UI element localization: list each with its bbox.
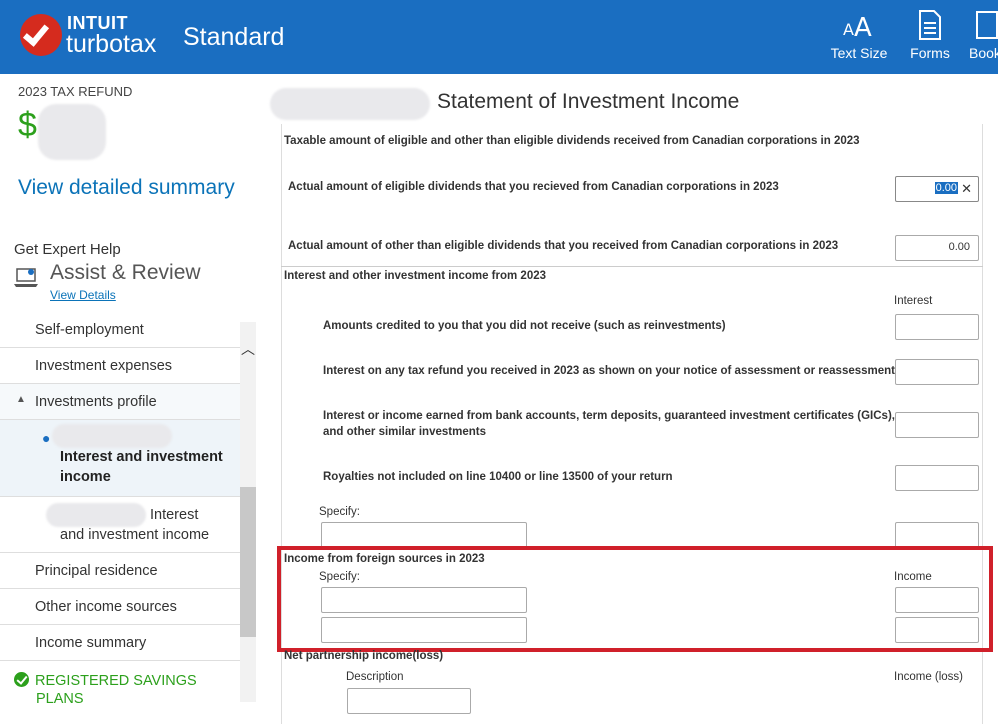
book-button[interactable]: Book xyxy=(969,8,998,61)
forms-button[interactable]: Forms xyxy=(906,8,954,61)
refund-currency: $ xyxy=(18,106,37,144)
eligible-dividends-label: Actual amount of eligible dividends that… xyxy=(288,181,779,193)
reinvestments-input[interactable] xyxy=(895,314,979,340)
forms-label: Forms xyxy=(910,45,950,61)
other-dividends-input[interactable]: 0.00 xyxy=(895,235,979,261)
bank-interest-label-2: and other similar investments xyxy=(323,426,486,438)
royalties-input[interactable] xyxy=(895,465,979,491)
partnership-description-input[interactable] xyxy=(347,688,471,714)
sidebar-scrollbar[interactable]: ︿ xyxy=(240,322,256,702)
scroll-thumb[interactable] xyxy=(240,487,256,637)
complete-check-icon xyxy=(14,672,29,687)
nav-item-interest-income-second[interactable]: Interest and investment income xyxy=(0,497,240,553)
nav-item-investments-profile[interactable]: ▲ Investments profile xyxy=(0,384,240,420)
nav-label: Principal residence xyxy=(35,563,158,579)
assist-review-title: Assist & Review xyxy=(50,261,201,284)
sidebar: 2023 TAX REFUND $ View detailed summary … xyxy=(0,74,256,707)
highlight-box xyxy=(277,546,993,652)
other-dividends-label: Actual amount of other than eligible div… xyxy=(288,240,839,252)
nav-label: PLANS xyxy=(36,691,84,707)
text-size-icon: AA xyxy=(830,8,888,42)
interest-heading: Interest and other investment income fro… xyxy=(284,270,547,282)
book-icon xyxy=(969,8,998,42)
book-label: Book xyxy=(969,45,998,61)
clear-icon[interactable]: ✕ xyxy=(961,181,972,197)
section-divider xyxy=(281,266,983,267)
refund-label: 2023 TAX REFUND xyxy=(18,84,133,99)
income-loss-column-header: Income (loss) xyxy=(894,671,964,683)
product-name: Standard xyxy=(183,23,285,51)
royalties-label: Royalties not included on line 10400 or … xyxy=(323,471,673,483)
nav-item-registered-plans[interactable]: REGISTERED SAVINGS PLANS xyxy=(14,672,197,708)
nav-label: income xyxy=(60,469,111,485)
specify-amount-input[interactable] xyxy=(895,522,979,548)
nav-item-investment-expenses[interactable]: Investment expenses xyxy=(0,348,240,384)
nav-label: and investment income xyxy=(60,527,210,543)
nav-label: Self-employment xyxy=(35,322,144,338)
bank-interest-input[interactable] xyxy=(895,412,979,438)
bank-interest-label-1: Interest or income earned from bank acco… xyxy=(323,410,895,422)
scroll-up-icon[interactable]: ︿ xyxy=(241,339,255,359)
location-pin-icon: ● xyxy=(42,430,51,446)
nav-item-principal-residence[interactable]: Principal residence xyxy=(0,553,240,589)
nav-item-self-employment[interactable]: Self-employment xyxy=(0,322,240,348)
nav-item-interest-income-current[interactable]: ● Interest and investment income xyxy=(0,420,240,497)
laptop-icon xyxy=(14,268,38,287)
nav-label: Income summary xyxy=(35,635,147,651)
text-size-button[interactable]: AA Text Size xyxy=(830,8,888,61)
refund-interest-label: Interest on any tax refund you received … xyxy=(323,365,896,377)
nav-item-other-income[interactable]: Other income sources xyxy=(0,589,240,625)
eligible-dividends-value: 0.00 xyxy=(934,182,958,194)
redacted-amount xyxy=(38,104,106,160)
nav-label: Interest xyxy=(150,507,199,523)
turbotax-logo-icon xyxy=(20,14,62,56)
collapse-triangle-icon: ▲ xyxy=(16,394,26,405)
partnership-heading: Net partnership income(loss) xyxy=(284,650,444,662)
view-details-link[interactable]: View Details xyxy=(50,288,116,302)
description-label: Description xyxy=(346,671,404,683)
interest-column-header: Interest xyxy=(894,295,933,307)
specify-label: Specify: xyxy=(319,506,360,518)
eligible-dividends-input[interactable]: 0.00 ✕ xyxy=(895,176,979,202)
nav-label: Interest and investment xyxy=(60,449,223,465)
svg-text:A: A xyxy=(854,13,872,39)
other-dividends-value: 0.00 xyxy=(948,241,970,253)
view-summary-link[interactable]: View detailed summary xyxy=(18,176,235,200)
refund-interest-input[interactable] xyxy=(895,359,979,385)
page-title: Statement of Investment Income xyxy=(437,90,740,113)
specify-input[interactable] xyxy=(321,522,527,548)
reinvestments-label: Amounts credited to you that you did not… xyxy=(323,320,726,332)
nav-item-income-summary[interactable]: Income summary xyxy=(0,625,240,661)
brand-turbotax: turbotax xyxy=(66,30,157,58)
svg-text:A: A xyxy=(843,20,854,39)
app-header: INTUIT turbotax Standard AA Text Size Fo… xyxy=(0,0,998,74)
redacted-name xyxy=(270,88,430,120)
expert-help-label: Get Expert Help xyxy=(14,241,121,258)
nav-label: REGISTERED SAVINGS xyxy=(35,673,197,689)
dividends-heading: Taxable amount of eligible and other tha… xyxy=(284,135,860,147)
main-content: Statement of Investment Income Taxable a… xyxy=(256,74,998,724)
sidebar-nav: Self-employment Investment expenses ▲ In… xyxy=(0,322,240,702)
forms-icon xyxy=(906,8,954,42)
text-size-label: Text Size xyxy=(830,45,888,61)
nav-label: Other income sources xyxy=(35,599,177,615)
nav-label: Investments profile xyxy=(35,394,157,410)
nav-label: Investment expenses xyxy=(35,358,173,374)
